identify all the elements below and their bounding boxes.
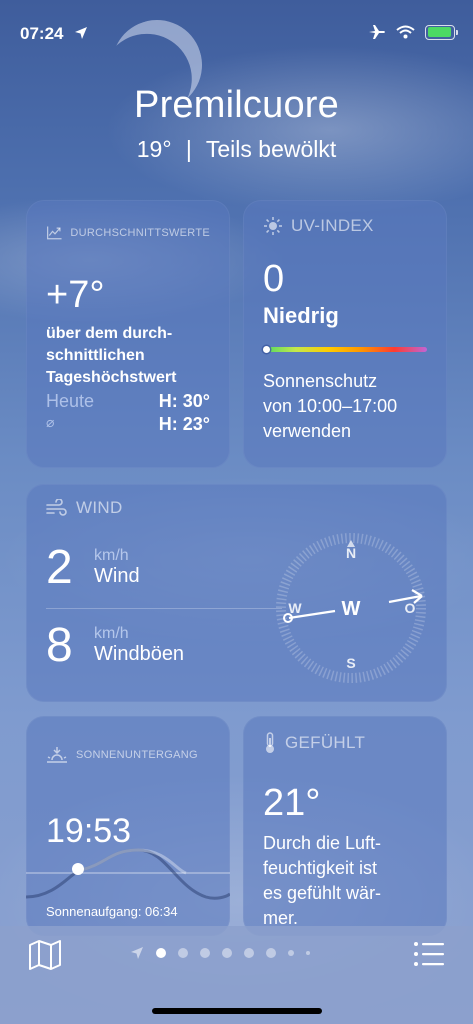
wind-speed-row: 2 km/h Wind	[46, 540, 140, 595]
status-time: 07:24	[20, 24, 64, 43]
averages-row-label: Heute	[46, 391, 95, 411]
wind-speed-label: Wind	[94, 565, 140, 587]
uv-title: UV-INDEX	[291, 216, 374, 235]
chart-line-icon	[47, 226, 62, 240]
wind-card-header: WIND	[46, 498, 427, 518]
wind-gust-label-group: km/h Windböen	[94, 625, 184, 666]
wind-speed-label-group: km/h Wind	[94, 547, 140, 588]
averages-value: +7°	[46, 274, 105, 316]
wind-gust-unit: km/h	[94, 625, 129, 642]
uv-index-card[interactable]: UV-INDEX 0 Niedrig Sonnenschutz von 10:0…	[243, 200, 447, 468]
page-dot[interactable]	[288, 950, 294, 956]
uv-indicator-dot	[263, 346, 270, 353]
list-icon[interactable]	[413, 940, 445, 968]
feels-like-card-header: GEFÜHLT	[263, 732, 427, 754]
averages-row-today: Heute H: 30°	[46, 391, 210, 412]
feels-like-line: feuchtigkeit ist	[263, 858, 378, 878]
sun-position-marker	[72, 863, 84, 875]
page-dot[interactable]	[266, 948, 276, 958]
wind-icon	[46, 499, 67, 516]
feels-like-title: GEFÜHLT	[285, 733, 366, 752]
page-dot[interactable]	[200, 948, 210, 958]
feels-like-line: Durch die Luft-	[263, 833, 382, 853]
averages-row-average: ⌀ H: 23°	[46, 414, 210, 435]
feels-like-description: Durch die Luft- feuchtigkeit ist es gefü…	[263, 831, 427, 931]
sunset-icon	[47, 747, 67, 763]
averages-description-line: schnittlichen	[46, 347, 145, 364]
wind-compass: N S O W W	[276, 533, 426, 683]
map-icon[interactable]	[28, 940, 62, 970]
uv-value: 0	[263, 258, 285, 300]
uv-advice: Sonnenschutz von 10:00–17:00 verwenden	[263, 369, 427, 444]
wind-divider	[46, 608, 282, 609]
page-dot[interactable]	[178, 948, 188, 958]
page-indicator[interactable]	[130, 946, 310, 960]
averages-description: über dem durch- schnittlichen Tageshöchs…	[46, 323, 210, 389]
compass-west: W	[288, 600, 302, 616]
wind-gust-row: 8 km/h Windböen	[46, 618, 184, 673]
status-bar: 07:24	[0, 0, 473, 56]
wifi-icon	[396, 25, 415, 39]
feels-like-card[interactable]: GEFÜHLT 21° Durch die Luft- feuchtigkeit…	[243, 716, 447, 936]
wind-gust-label: Windböen	[94, 643, 185, 665]
compass-south: S	[346, 655, 355, 671]
uv-card-header: UV-INDEX	[263, 216, 427, 236]
averages-row-value: H: 23°	[158, 414, 210, 434]
battery-level	[427, 27, 451, 37]
averages-card[interactable]: DURCHSCHNITTSWERTE +7° über dem durch- s…	[26, 200, 230, 468]
city-name: Premilcuore	[134, 84, 339, 126]
status-icons	[368, 24, 458, 40]
weather-summary: 19° | Teils bewölkt	[0, 136, 473, 163]
feels-like-line: es gefühlt wär-	[263, 883, 382, 903]
averages-card-header: DURCHSCHNITTSWERTE	[46, 224, 210, 242]
averages-title: DURCHSCHNITTSWERTE	[70, 227, 210, 239]
wind-title: WIND	[76, 498, 123, 517]
averages-description-line: über dem durch-	[46, 325, 173, 342]
uv-advice-line: von 10:00–17:00	[263, 396, 398, 416]
uv-advice-line: verwenden	[263, 421, 352, 441]
page-dot[interactable]	[306, 951, 310, 955]
sunset-card-header: SONNENUNTERGANG	[46, 746, 198, 764]
sunset-card[interactable]: SONNENUNTERGANG 19:53 Sonnenaufgang: 06:…	[26, 716, 230, 936]
weather-condition: Teils bewölkt	[205, 136, 337, 162]
page-dot[interactable]	[156, 948, 166, 958]
battery-charging-icon	[425, 24, 458, 40]
uv-level: Niedrig	[263, 303, 339, 328]
averages-row-value: H: 30°	[158, 391, 210, 411]
sunrise-time: Sonnenaufgang: 06:34	[46, 904, 178, 919]
sunset-title: SONNENUNTERGANG	[76, 749, 198, 761]
location-arrow-icon[interactable]	[130, 946, 144, 960]
home-indicator[interactable]	[152, 1008, 322, 1014]
wind-card[interactable]: WIND 2 km/h Wind 8 km/h Windböen N S O W…	[26, 484, 447, 702]
airplane-icon	[369, 25, 385, 39]
feels-like-value: 21°	[263, 782, 321, 824]
page-dot[interactable]	[222, 948, 232, 958]
uv-scale-bar	[263, 346, 427, 353]
page-dot[interactable]	[244, 948, 254, 958]
current-temperature: 19°	[136, 136, 172, 162]
wind-speed-unit: km/h	[94, 547, 129, 564]
uv-advice-line: Sonnenschutz	[263, 371, 378, 391]
location-arrow-icon	[75, 27, 87, 39]
summary-separator: |	[185, 136, 192, 162]
wind-speed-value: 2	[46, 541, 73, 594]
sun-icon	[264, 217, 282, 235]
average-symbol: ⌀	[46, 414, 55, 430]
thermometer-icon	[266, 732, 274, 753]
averages-description-line: Tageshöchstwert	[46, 369, 177, 386]
compass-center-direction: W	[342, 598, 361, 620]
wind-gust-value: 8	[46, 619, 73, 672]
compass-north: N	[346, 545, 356, 561]
